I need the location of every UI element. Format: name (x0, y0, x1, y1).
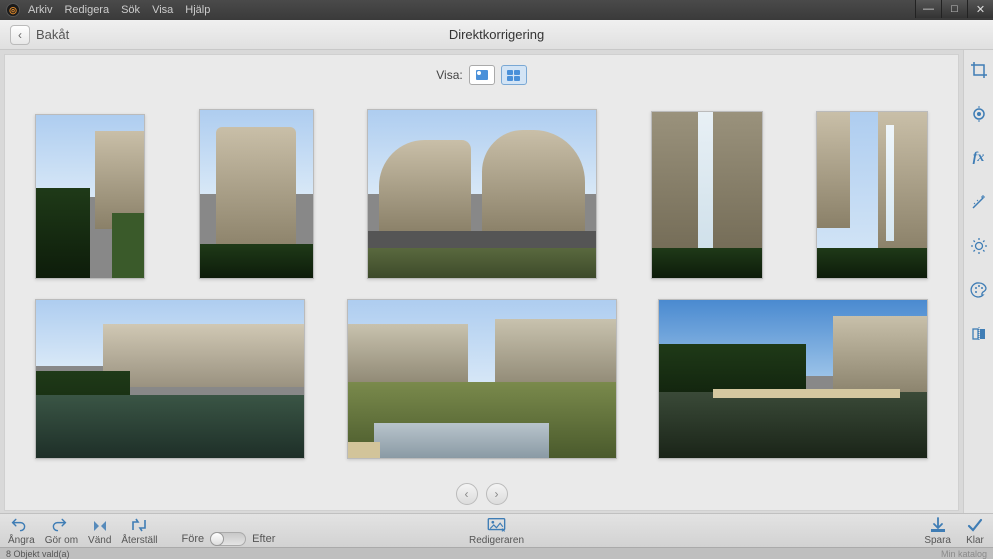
redo-icon (51, 516, 71, 534)
grid-view-icon (507, 70, 520, 81)
redeye-tool[interactable] (969, 104, 989, 124)
status-catalog: Min katalog (941, 549, 987, 559)
thumbnail-area: ‹ › (5, 89, 958, 505)
minimize-button[interactable]: — (915, 0, 941, 18)
main-panel: Visa: (4, 54, 959, 511)
thumbnail-6[interactable] (35, 299, 305, 459)
undo-button[interactable]: Ångra (8, 516, 35, 546)
view-label: Visa: (436, 68, 462, 82)
page-title: Direktkorrigering (449, 27, 544, 42)
menu-arkiv[interactable]: Arkiv (28, 4, 52, 16)
status-bar: 8 Objekt vald(a) Min katalog (0, 547, 993, 559)
thumbnail-2[interactable] (199, 109, 314, 279)
crop-tool[interactable] (969, 60, 989, 80)
status-selection: 8 Objekt vald(a) (6, 549, 70, 559)
thumbnail-7[interactable] (347, 299, 617, 459)
reset-label: Återställ (121, 535, 157, 546)
flip-tool[interactable] (969, 324, 989, 344)
undo-label: Ångra (8, 535, 35, 546)
reset-icon (129, 516, 149, 534)
brightness-tool[interactable] (969, 236, 989, 256)
single-view-icon (476, 70, 488, 80)
view-single-button[interactable] (469, 65, 495, 85)
color-tool[interactable] (969, 280, 989, 300)
editor-icon (486, 515, 506, 535)
menu-redigera[interactable]: Redigera (64, 4, 109, 16)
view-grid-button[interactable] (501, 65, 527, 85)
before-label: Före (182, 533, 205, 545)
fx-tool[interactable]: fx (969, 148, 989, 168)
undo-icon (11, 516, 31, 534)
maximize-button[interactable]: □ (941, 0, 967, 18)
menu-visa[interactable]: Visa (152, 4, 173, 16)
menu-hjalp[interactable]: Hjälp (185, 4, 210, 16)
thumbnail-1[interactable] (35, 114, 145, 279)
thumbnail-5[interactable] (816, 111, 928, 279)
thumbnail-8[interactable] (658, 299, 928, 459)
back-button[interactable]: ‹ (10, 25, 30, 45)
save-button[interactable]: Spara (924, 516, 951, 546)
toggle-switch[interactable] (210, 532, 246, 546)
thumbnail-4[interactable] (651, 111, 763, 279)
menubar: ◎ Arkiv Redigera Sök Visa Hjälp — □ ✕ (0, 0, 993, 20)
window-controls: — □ ✕ (915, 0, 993, 18)
flip-button[interactable]: Vänd (88, 516, 111, 546)
done-button[interactable]: Klar (965, 516, 985, 546)
save-label: Spara (924, 535, 951, 546)
flip-icon (90, 516, 110, 534)
flip-label: Vänd (88, 535, 111, 546)
wand-tool[interactable] (969, 192, 989, 212)
pager-next[interactable]: › (486, 483, 508, 505)
done-label: Klar (966, 535, 984, 546)
header-bar: ‹ Bakåt Direktkorrigering (0, 20, 993, 50)
back-label: Bakåt (36, 27, 69, 42)
save-icon (928, 516, 948, 534)
right-toolstrip: fx (963, 50, 993, 513)
bottom-toolbar: Ångra Gör om Vänd Återställ Före Efter (0, 513, 993, 547)
after-label: Efter (252, 533, 275, 545)
menu-sok[interactable]: Sök (121, 4, 140, 16)
thumbnail-3[interactable] (367, 109, 597, 279)
close-button[interactable]: ✕ (967, 0, 993, 18)
editor-button[interactable]: Redigeraren (469, 515, 524, 546)
before-after-toggle[interactable]: Före Efter (182, 532, 276, 546)
reset-button[interactable]: Återställ (121, 516, 157, 546)
pager-prev[interactable]: ‹ (456, 483, 478, 505)
done-icon (965, 516, 985, 534)
editor-label: Redigeraren (469, 535, 524, 546)
view-bar: Visa: (5, 61, 958, 89)
redo-button[interactable]: Gör om (45, 516, 78, 546)
redo-label: Gör om (45, 535, 78, 546)
pager: ‹ › (35, 483, 928, 505)
app-logo: ◎ (6, 3, 20, 17)
